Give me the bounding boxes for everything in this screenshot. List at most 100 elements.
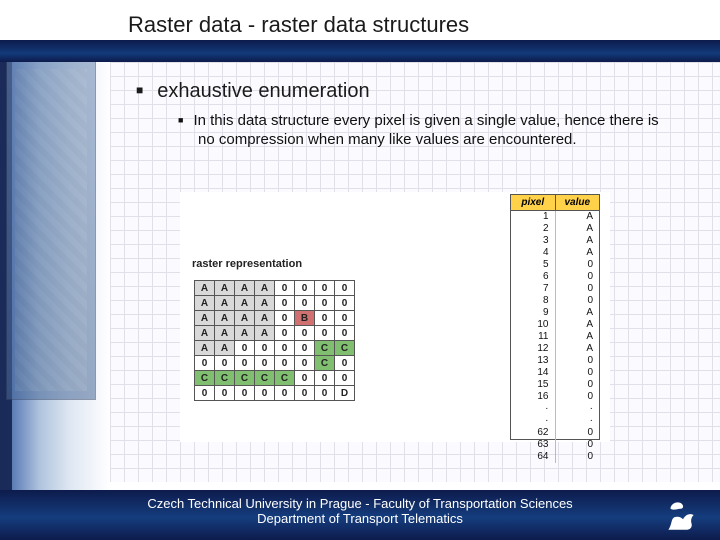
cell-value: 0 [556,391,600,403]
grid-cell: 0 [335,356,355,371]
grid-cell: 0 [295,356,315,371]
grid-cell: 0 [275,281,295,296]
table-row: 160 [511,391,599,403]
figure-container: raster representation AAAA0000AAAA0000AA… [180,192,610,442]
pixel-table-header: pixel value [511,195,599,211]
square-bullet-icon: ■ [136,83,143,97]
grid-cell: 0 [335,281,355,296]
cell-pixel: 6 [511,271,556,283]
cell-pixel: 16 [511,391,556,403]
table-row: 60 [511,271,599,283]
cell-pixel: 2 [511,223,556,235]
grid-cell: C [275,371,295,386]
cell-pixel: 9 [511,307,556,319]
bullet-level2: ■In this data structure every pixel is g… [198,112,678,150]
grid-cell: A [235,296,255,311]
cell-pixel: 11 [511,331,556,343]
cell-pixel: 7 [511,283,556,295]
hdr-value: value [556,195,600,210]
grid-cell: D [335,386,355,401]
cell-pixel: 12 [511,343,556,355]
pixel-value-table: pixel value 1A2A3A4A506070809A10A11A12A1… [510,194,600,440]
grid-cell: 0 [215,356,235,371]
cell-value: A [556,211,600,223]
left-photo-placeholder [6,60,96,400]
grid-cell: 0 [335,326,355,341]
cell-pixel: 62 [511,427,556,439]
cell-value: 0 [556,439,600,451]
table-row: 630 [511,439,599,451]
grid-cell: A [235,326,255,341]
grid-cell: 0 [195,356,215,371]
grid-cell: C [315,341,335,356]
grid-cell: 0 [235,341,255,356]
grid-cell: 0 [195,386,215,401]
bullet1-text: exhaustive enumeration [157,80,369,102]
table-row: 2A [511,223,599,235]
grid-cell: 0 [315,386,335,401]
cell-value: 0 [556,259,600,271]
grid-cell: C [335,341,355,356]
table-row: 80 [511,295,599,307]
cell-value: 0 [556,427,600,439]
grid-cell: 0 [315,281,335,296]
grid-cell: 0 [295,296,315,311]
grid-cell: A [255,326,275,341]
grid-cell: C [235,371,255,386]
grid-cell: C [315,356,335,371]
grid-cell: B [295,311,315,326]
cell-value: A [556,319,600,331]
grid-cell: 0 [255,341,275,356]
grid-cell: A [215,311,235,326]
grid-cell: 0 [295,341,315,356]
cell-value: 0 [556,451,600,463]
cell-value: A [556,223,600,235]
grid-cell: 0 [235,386,255,401]
grid-cell: A [255,296,275,311]
cell-value: 0 [556,355,600,367]
grid-cell: 0 [275,326,295,341]
ellipsis-row: ·· [511,415,599,427]
table-row: 4A [511,247,599,259]
cell-value: A [556,331,600,343]
grid-cell: 0 [335,311,355,326]
grid-cell: 0 [315,311,335,326]
grid-cell: A [195,311,215,326]
grid-cell: 0 [235,356,255,371]
table-row: 50 [511,259,599,271]
grid-cell: A [215,281,235,296]
grid-cell: 0 [255,386,275,401]
grid-cell: A [235,281,255,296]
grid-cell: A [235,311,255,326]
grid-cell: 0 [315,296,335,311]
table-row: 150 [511,379,599,391]
table-row: 12A [511,343,599,355]
grid-cell: 0 [335,296,355,311]
cell-pixel: 10 [511,319,556,331]
slide-title: Raster data - raster data structures [128,12,469,38]
grid-cell: A [255,281,275,296]
grid-cell: 0 [315,326,335,341]
cell-pixel: 4 [511,247,556,259]
table-row: 640 [511,451,599,463]
footer-line1: Czech Technical University in Prague - F… [147,496,572,511]
grid-cell: C [255,371,275,386]
footer: Czech Technical University in Prague - F… [0,490,720,540]
cell-value: A [556,235,600,247]
cell-value: 0 [556,379,600,391]
grid-cell: 0 [295,281,315,296]
grid-cell: C [215,371,235,386]
grid-cell: 0 [275,386,295,401]
grid-cell: A [215,296,235,311]
grid-cell: A [195,281,215,296]
cell-pixel: 1 [511,211,556,223]
cell-pixel: 15 [511,379,556,391]
raster-grid: AAAA0000AAAA0000AAAA0B00AAAA0000AA0000CC… [194,280,355,401]
table-row: 70 [511,283,599,295]
grid-cell: A [215,341,235,356]
cell-value: A [556,307,600,319]
cell-pixel: 13 [511,355,556,367]
table-row: 620 [511,427,599,439]
university-lion-logo-icon [660,494,702,536]
ellipsis-row: ·· [511,403,599,415]
